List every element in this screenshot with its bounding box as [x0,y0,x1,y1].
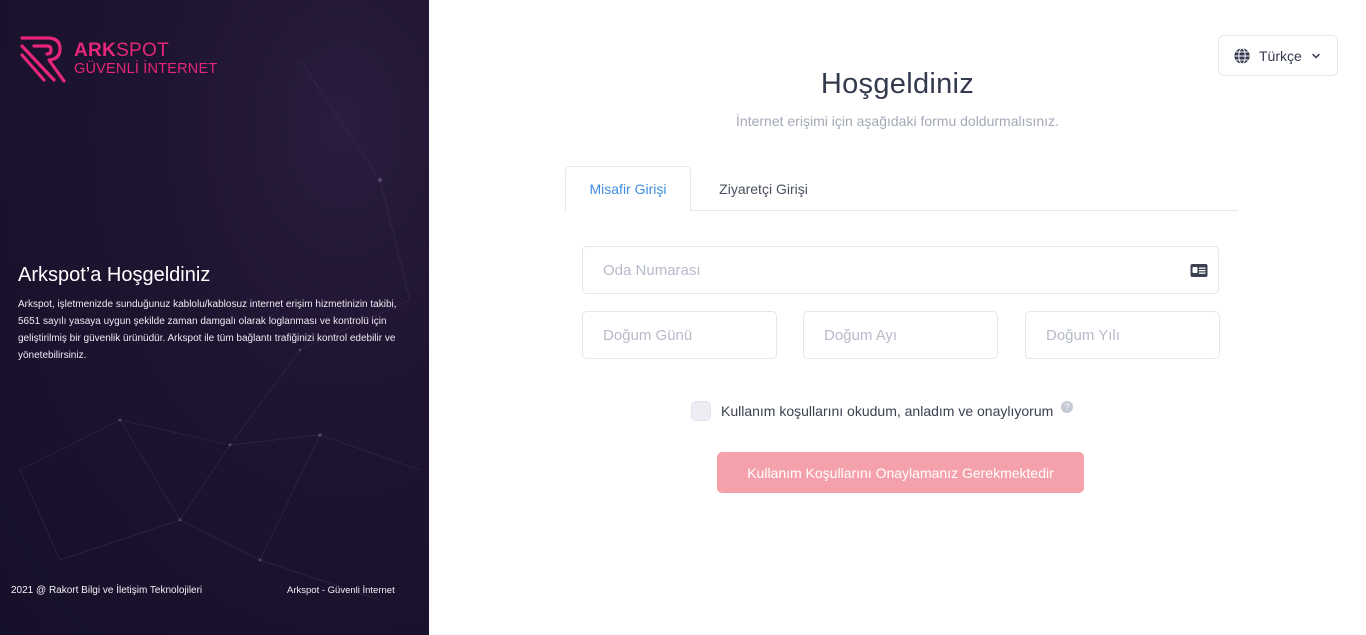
birth-day-placeholder: Doğum Günü [603,326,693,344]
terms-checkbox[interactable] [691,401,711,421]
brand-name: ARK SPOT [74,41,217,60]
birth-year-placeholder: Doğum Yılı [1046,326,1120,344]
submit-button[interactable]: Kullanım Koşullarını Onaylamanız Gerekme… [717,452,1084,493]
brand-name-regular: SPOT [116,40,170,61]
room-number-placeholder: Oda Numarası [603,261,701,279]
sidebar-description: Arkspot, işletmenizde sunduğunuz kablolu… [18,299,397,361]
tab-visitor-login[interactable]: Ziyaretçi Girişi [691,166,836,211]
footer-product: Arkspot - Güvenli İnternet [287,585,395,596]
login-tabs: Misafir Girişi Ziyaretçi Girişi [565,166,1238,212]
footer-copyright: 2021 @ Rakort Bilgi ve İletişim Teknoloj… [11,585,203,596]
room-number-input[interactable]: Oda Numarası [582,246,1219,294]
chevron-down-icon [1312,53,1320,59]
globe-icon [1234,47,1250,64]
language-selected-label: Türkçe [1259,47,1302,64]
sidebar-title: Arkspot’a Hoşgeldiniz [18,264,211,286]
page-title: Hoşgeldiniz [820,68,975,100]
birth-month-placeholder: Doğum Ayı [824,326,898,344]
tab-guest-login[interactable]: Misafir Girişi [565,166,691,212]
help-icon[interactable]: ? [1061,401,1074,413]
terms-label[interactable]: Kullanım koşullarını okudum, anladım ve … [721,403,1053,419]
birth-day-input[interactable]: Doğum Günü [582,311,777,359]
terms-row: Kullanım koşullarını okudum, anladım ve … [691,401,1074,421]
id-card-icon [1190,264,1208,277]
page-subtitle: İnternet erişimi için aşağıdaki formu do… [736,113,1059,129]
birth-month-input[interactable]: Doğum Ayı [803,311,998,359]
birth-year-input[interactable]: Doğum Yılı [1025,311,1220,359]
brand-name-bold: ARK [74,40,117,61]
